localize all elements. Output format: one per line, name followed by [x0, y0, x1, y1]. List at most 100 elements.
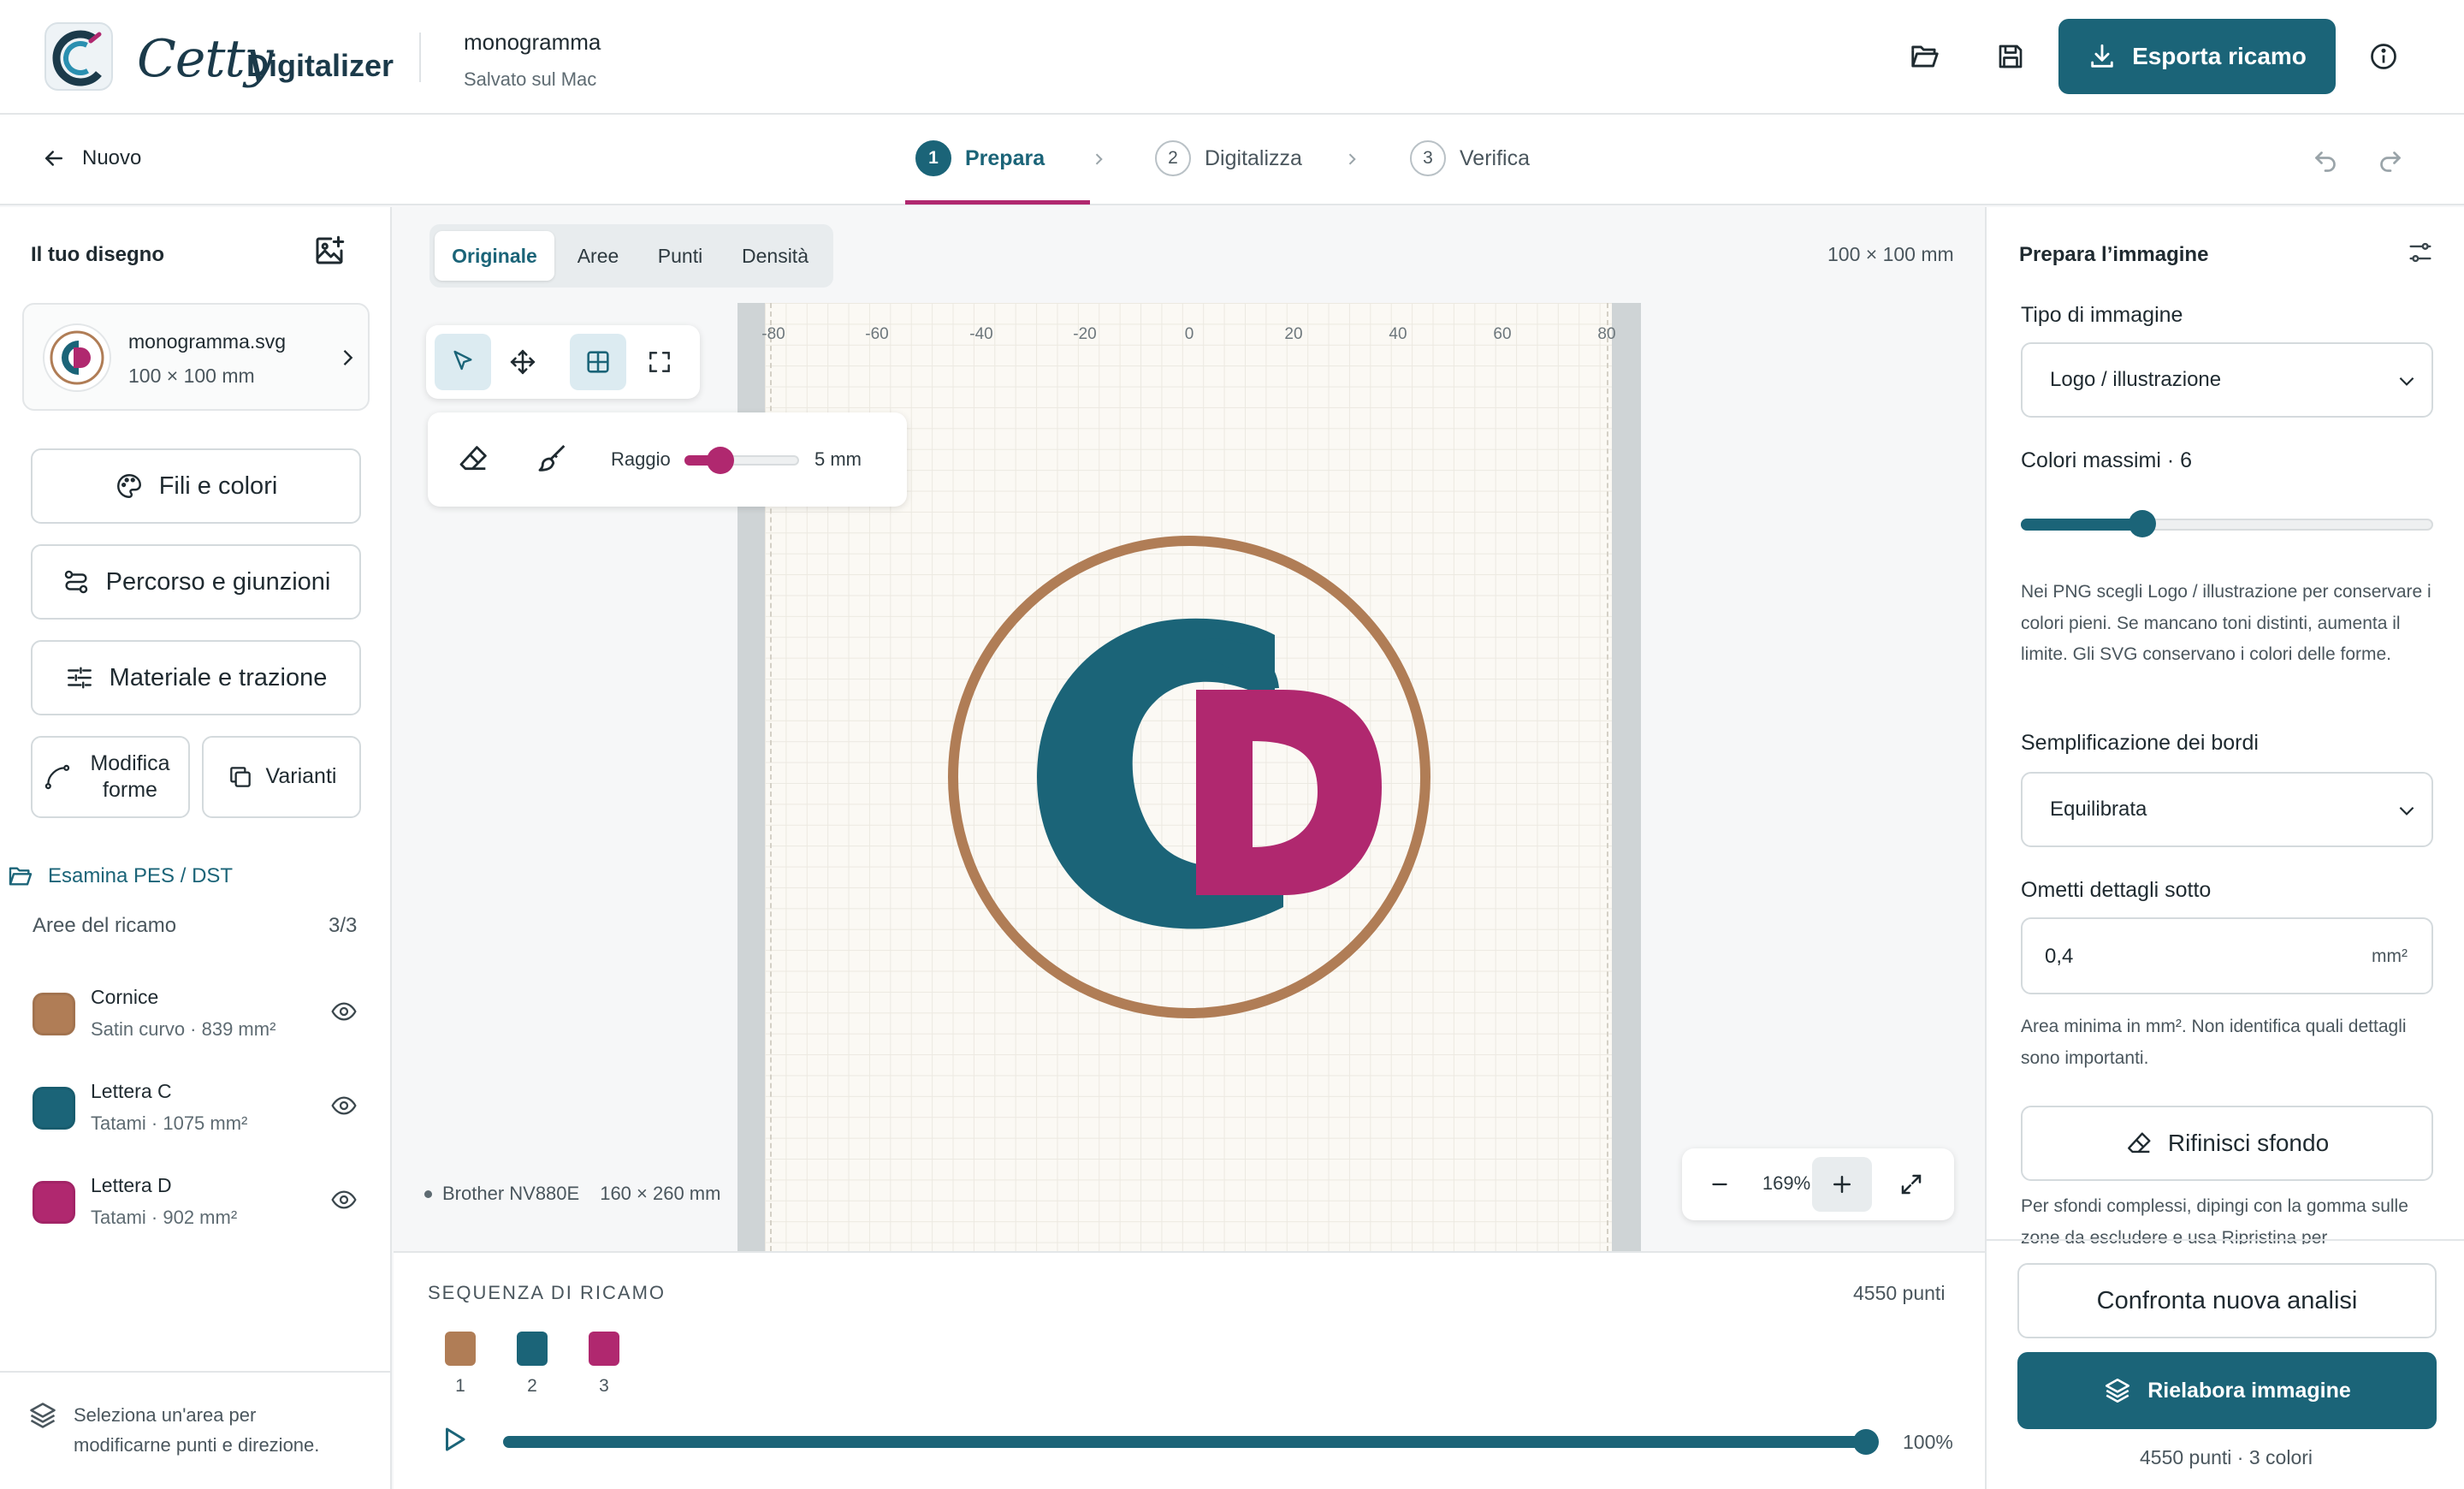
radius-slider-thumb[interactable] [707, 447, 734, 474]
undo-button[interactable] [2310, 144, 2341, 175]
sequence-swatch-1[interactable] [445, 1332, 476, 1366]
chevron-down-icon [2399, 806, 2414, 816]
panel-settings-button[interactable] [2406, 238, 2435, 267]
open-folder-button[interactable] [1899, 31, 1951, 82]
divider [1987, 1239, 2464, 1241]
stitch-sequence-panel: SEQUENZA DI RICAMO 4550 punti 1 2 3 100% [394, 1251, 1985, 1489]
save-button[interactable] [1985, 31, 2036, 82]
palette-icon [116, 474, 141, 498]
layers-icon [30, 1403, 56, 1428]
edge-simplification-select[interactable]: Equilibrata [2021, 772, 2433, 847]
app-logo [44, 22, 113, 91]
areas-heading: Aree del ricamo [33, 914, 177, 937]
route-icon [64, 570, 87, 594]
ruler-tick: 0 [1184, 325, 1194, 343]
areas-count: 3/3 [329, 914, 358, 937]
view-tabs: Originale Aree Punti Densità [429, 224, 833, 288]
omit-details-input[interactable]: 0,4 mm² [2021, 917, 2433, 994]
visibility-toggle[interactable] [330, 998, 358, 1025]
hoop-rail-right [1612, 303, 1641, 1251]
visibility-toggle[interactable] [330, 1092, 358, 1119]
select-tool[interactable] [435, 334, 491, 390]
redo-button[interactable] [2375, 144, 2406, 175]
step-digitize[interactable]: 2 Digitalizza [1155, 140, 1302, 176]
move-tool[interactable] [495, 334, 551, 390]
area-color-swatch [33, 1087, 75, 1130]
image-type-select[interactable]: Logo / illustrazione [2021, 342, 2433, 418]
ruler-tick: -20 [1073, 325, 1097, 343]
sequence-progress-track[interactable] [503, 1436, 1872, 1448]
compare-analysis-button[interactable]: Confronta nuova analisi [2017, 1263, 2437, 1338]
fullscreen-tool[interactable] [631, 334, 688, 390]
variants-button[interactable]: Varianti [202, 736, 361, 818]
sequence-swatch-3[interactable] [589, 1332, 619, 1366]
status-dot [424, 1189, 432, 1198]
visibility-toggle[interactable] [330, 1186, 358, 1213]
area-name: Lettera D [91, 1174, 172, 1196]
hoop-boundary-right [1607, 303, 1608, 1251]
bezier-curve-icon [44, 764, 70, 790]
input-value: 0,4 [2045, 945, 2074, 968]
copy-icon [229, 767, 251, 787]
file-card[interactable]: monogramma.svg 100 × 100 mm [22, 303, 370, 411]
edit-shapes-label: Modifica forme [90, 750, 170, 802]
grid-toggle[interactable] [570, 334, 626, 390]
zoom-in-button[interactable] [1812, 1157, 1872, 1212]
inspect-pes-dst-link[interactable]: Esamina PES / DST [7, 863, 233, 890]
area-row-letter-d[interactable]: Lettera D Tatami · 902 mm² [31, 1166, 361, 1243]
play-button[interactable] [438, 1424, 469, 1455]
tab-points[interactable]: Punti [640, 231, 720, 281]
radius-value: 5 mm [814, 448, 862, 470]
max-colors-slider-thumb[interactable] [2129, 510, 2156, 537]
divider [419, 33, 421, 82]
input-unit: mm² [2372, 946, 2408, 966]
document-status: Salvato sul Mac [464, 68, 597, 90]
file-thumbnail [43, 323, 111, 392]
sequence-progress-thumb[interactable] [1853, 1429, 1879, 1455]
ruler-tick: -60 [865, 325, 889, 343]
download-icon [2091, 44, 2113, 68]
info-button[interactable] [2358, 31, 2409, 82]
back-new-button[interactable]: Nuovo [41, 145, 141, 171]
monogram-design[interactable] [941, 531, 1437, 1027]
sequence-progress-value: 100% [1903, 1431, 1953, 1453]
tab-density[interactable]: Densità [722, 231, 828, 281]
area-row-letter-c[interactable]: Lettera C Tatami · 1075 mm² [31, 1071, 361, 1148]
letter-d-shape[interactable] [1196, 690, 1382, 895]
undo-icon [2315, 151, 2336, 172]
rework-image-button[interactable]: Rielabora immagine [2017, 1352, 2437, 1429]
sequence-swatch-2[interactable] [517, 1332, 548, 1366]
eraser-tool[interactable] [457, 442, 491, 476]
step-verify[interactable]: 3 Verifica [1410, 140, 1530, 176]
sequence-number: 1 [455, 1376, 465, 1396]
tab-original[interactable]: Originale [435, 231, 554, 281]
sliders-icon [2409, 242, 2431, 263]
threads-colors-button[interactable]: Fili e colori [31, 448, 361, 524]
folder-open-icon [9, 867, 33, 886]
step-prepare[interactable]: 1 Prepara [915, 140, 1045, 176]
export-label: Esporta ricamo [2132, 43, 2307, 69]
zoom-out-button[interactable] [1694, 1159, 1745, 1210]
omit-details-label: Ometti dettagli sotto [2021, 878, 2212, 902]
edge-simplification-label: Semplificazione dei bordi [2021, 731, 2259, 755]
path-joins-button[interactable]: Percorso e giunzioni [31, 544, 361, 620]
area-meta: Satin curvo · 839 mm² [91, 1018, 276, 1040]
refine-background-button[interactable]: Rifinisci sfondo [2021, 1106, 2433, 1181]
export-embroidery-button[interactable]: Esporta ricamo [2058, 19, 2336, 94]
selection-hint: Seleziona un'area per modificarne punti … [74, 1404, 320, 1456]
area-row-frame[interactable]: Cornice Satin curvo · 839 mm² [31, 977, 361, 1054]
tool-palette [426, 325, 700, 399]
tab-areas[interactable]: Aree [558, 231, 638, 281]
restore-brush-tool[interactable] [536, 442, 570, 476]
add-image-button[interactable] [311, 233, 347, 269]
machine-hoop-size: 160 × 260 mm [600, 1183, 721, 1204]
select-value: Logo / illustrazione [2050, 368, 2222, 391]
rework-image-label: Rielabora immagine [2147, 1378, 2351, 1403]
expand-view-button[interactable] [1886, 1159, 1937, 1210]
material-tension-button[interactable]: Materiale e trazione [31, 640, 361, 715]
analysis-summary: 4550 punti · 3 colori [2139, 1446, 2313, 1468]
edit-shapes-button[interactable]: Modifica forme [31, 736, 190, 818]
paintbrush-icon [538, 444, 566, 472]
file-name: monogramma.svg [128, 330, 287, 353]
material-tension-label: Materiale e trazione [109, 663, 328, 691]
